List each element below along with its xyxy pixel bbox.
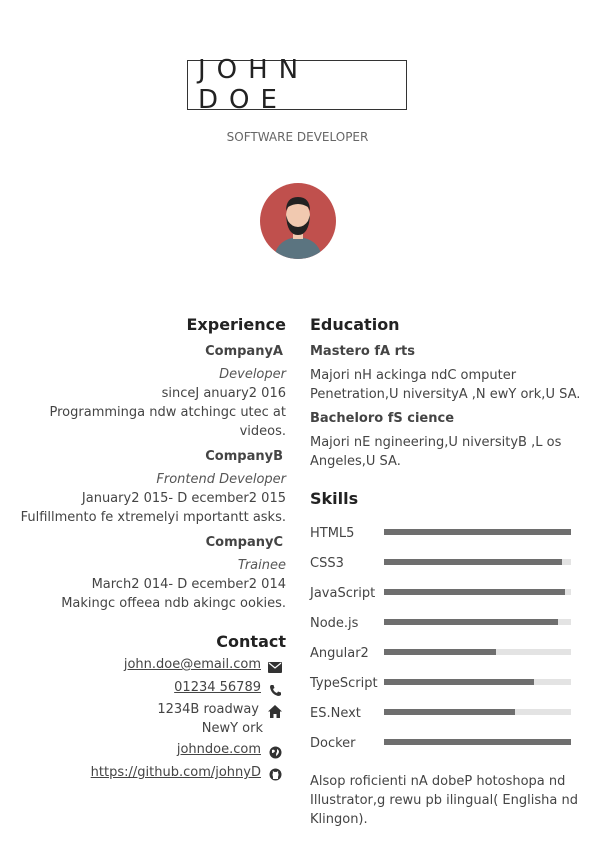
phone-link[interactable]: 01234 56789: [174, 680, 261, 695]
contact-heading: Contact: [216, 632, 286, 651]
company-name: CompanyB: [205, 449, 283, 464]
skills-note: Illustrator,g rewu pb ilingual( Englisha…: [310, 793, 578, 808]
skill-name: Angular2: [310, 646, 369, 661]
job-description: Programminga ndw atchingc utec at: [49, 405, 286, 420]
company-name: CompanyC: [205, 535, 283, 550]
experience-heading: Experience: [186, 315, 286, 334]
skill-name: JavaScript: [310, 586, 376, 601]
degree-description: Majori nH ackinga ndC omputer: [310, 368, 517, 383]
skill-bar: [384, 619, 571, 625]
envelope-icon: [266, 659, 284, 675]
person-avatar-icon: [274, 197, 322, 259]
job-dates: sinceJ anuary2 016: [161, 386, 286, 401]
job-role: Developer: [219, 367, 286, 382]
skill-bar: [384, 589, 571, 595]
skill-bar-fill: [384, 619, 558, 625]
skill-bar: [384, 649, 571, 655]
education-heading: Education: [310, 315, 400, 334]
skills-note: Alsop roficienti nA dobeP hotoshopa nd: [310, 774, 566, 789]
globe-icon: [266, 744, 284, 760]
skill-bar: [384, 709, 571, 715]
job-description: videos.: [239, 424, 286, 439]
job-role: Frontend Developer: [156, 472, 286, 487]
skill-bar: [384, 739, 571, 745]
job-dates: March2 014- D ecember2 014: [91, 577, 286, 592]
skill-bar-fill: [384, 589, 566, 595]
address-line: 1234B roadway: [157, 702, 259, 717]
degree-title: Bacheloro fS cience: [310, 411, 455, 426]
skill-name: Docker: [310, 736, 356, 751]
skill-bar: [384, 529, 571, 535]
skill-bar-fill: [384, 649, 497, 655]
skills-note: Klingon).: [310, 812, 368, 827]
skill-name: HTML5: [310, 526, 355, 541]
degree-title: Mastero fA rts: [310, 344, 415, 359]
job-description: Fulfillmento fe xtremelyi mportantt asks…: [20, 510, 286, 525]
job-description: Makingc offeea ndb akingc ookies.: [61, 596, 286, 611]
skill-name: TypeScript: [310, 676, 378, 691]
skill-bar-fill: [384, 679, 534, 685]
skill-bar: [384, 679, 571, 685]
skill-name: CSS3: [310, 556, 344, 571]
website-link[interactable]: johndoe.com: [177, 742, 261, 757]
degree-description: Angeles,U SA.: [310, 454, 401, 469]
skill-bar-fill: [384, 739, 571, 745]
degree-description: Penetration,U niversityA ,N ewY ork,U SA…: [310, 387, 581, 402]
skill-bar-fill: [384, 529, 571, 535]
job-dates: January2 015- D ecember2 015: [81, 491, 286, 506]
job-role: Trainee: [237, 558, 286, 573]
home-icon: [266, 703, 284, 719]
degree-description: Majori nE ngineering,U niversityB ,L os: [310, 435, 562, 450]
job-title: SOFTWARE DEVELOPER: [226, 130, 369, 144]
address-line: NewY ork: [201, 721, 263, 736]
name-title: JOHN DOE: [187, 55, 407, 115]
skill-bar-fill: [384, 559, 562, 565]
github-icon: [266, 766, 284, 782]
skills-heading: Skills: [310, 489, 359, 508]
github-link[interactable]: https://github.com/johnyD: [91, 765, 261, 780]
skill-bar: [384, 559, 571, 565]
avatar: [260, 183, 336, 259]
phone-icon: [266, 682, 284, 698]
company-name: CompanyA: [205, 344, 283, 359]
skill-bar-fill: [384, 709, 515, 715]
skill-name: Node.js: [310, 616, 359, 631]
email-link[interactable]: john.doe@email.com: [124, 657, 261, 672]
skill-name: ES.Next: [310, 706, 361, 721]
